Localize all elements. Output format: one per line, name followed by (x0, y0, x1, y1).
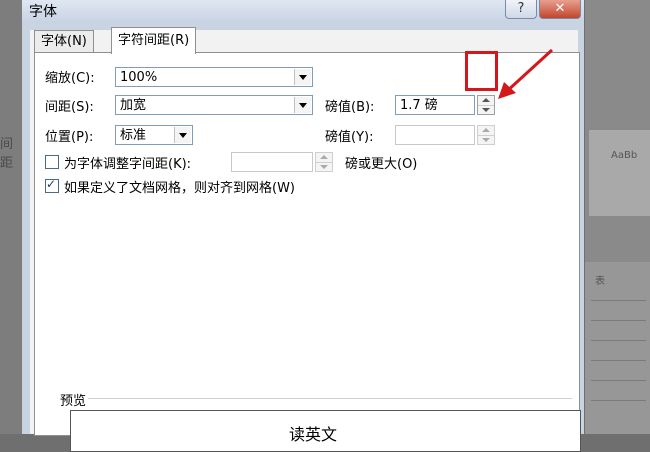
snap-to-grid-checkbox[interactable] (45, 177, 59, 193)
background-table-line (591, 400, 646, 401)
spacing-value: 加宽 (120, 98, 147, 113)
position-points-label: 磅值(Y): (325, 130, 374, 145)
position-points-input[interactable] (395, 125, 475, 145)
position-points-spinner[interactable] (477, 125, 495, 145)
background-style-sample: AaBb (611, 150, 638, 161)
spin-down-icon[interactable] (478, 105, 494, 114)
scale-value: 100% (120, 70, 158, 85)
help-icon: ? (517, 1, 525, 16)
scale-select[interactable]: 100% (115, 67, 313, 87)
background-table-title: 表 (595, 276, 605, 287)
close-button[interactable]: ✕ (539, 0, 581, 19)
position-select[interactable]: 标准 (115, 125, 193, 145)
background-document-left: 间距 (0, 0, 22, 434)
dialog-titlebar[interactable]: 字体 ? ✕ (22, 0, 584, 22)
background-table-line (591, 340, 646, 341)
dialog-title: 字体 (29, 4, 57, 20)
spacing-points-input[interactable]: 1.7 磅 (395, 95, 475, 115)
position-value: 标准 (120, 128, 147, 143)
tab-character-spacing[interactable]: 字符间距(R) (111, 27, 197, 54)
spacing-points-label: 磅值(B): (325, 100, 375, 115)
preview-divider (88, 398, 572, 399)
chevron-down-icon[interactable] (294, 97, 311, 113)
spin-down-icon[interactable] (316, 162, 332, 171)
position-label: 位置(P): (45, 130, 94, 145)
background-styles-panel (589, 130, 650, 216)
kerning-checkbox[interactable] (45, 155, 59, 169)
spacing-label: 间距(S): (45, 100, 94, 115)
spin-down-icon[interactable] (478, 135, 494, 144)
background-document-right: AaBb 表 (585, 0, 650, 434)
background-table-line (591, 380, 646, 381)
background-table-line (591, 300, 646, 301)
kerning-suffix-label: 磅或更大(O) (345, 157, 418, 172)
kerning-label: 为字体调整字间距(K): (64, 157, 192, 172)
kerning-input[interactable] (231, 152, 313, 172)
background-table (585, 262, 650, 434)
preview-text: 读英文 (289, 425, 338, 444)
chevron-down-icon[interactable] (294, 69, 311, 85)
background-table-line (591, 320, 646, 321)
background-text-fragment: 间距 (0, 137, 14, 171)
preview-label: 预览 (60, 394, 87, 409)
tab-font[interactable]: 字体(N) (34, 30, 94, 53)
background-table-line (591, 360, 646, 361)
close-icon: ✕ (554, 1, 566, 16)
chevron-down-icon[interactable] (174, 127, 191, 143)
spacing-points-value: 1.7 磅 (400, 98, 438, 113)
snap-to-grid-label: 如果定义了文档网格，则对齐到网格(W) (64, 181, 295, 196)
help-button[interactable]: ? (505, 0, 537, 19)
kerning-spinner[interactable] (315, 152, 333, 172)
scale-label: 缩放(C): (45, 71, 95, 86)
spacing-select[interactable]: 加宽 (115, 95, 313, 115)
preview-box: 读英文 (70, 410, 581, 452)
annotation-arrow-icon (498, 48, 554, 99)
character-spacing-page: 缩放(C): 100% 间距(S): 加宽 磅值(B): 1.7 磅 位置(P)… (34, 52, 580, 436)
font-dialog: 字体 ? ✕ 字体(N) 字符间距(R) 缩放(C): 100% 间距(S): … (22, 0, 584, 452)
